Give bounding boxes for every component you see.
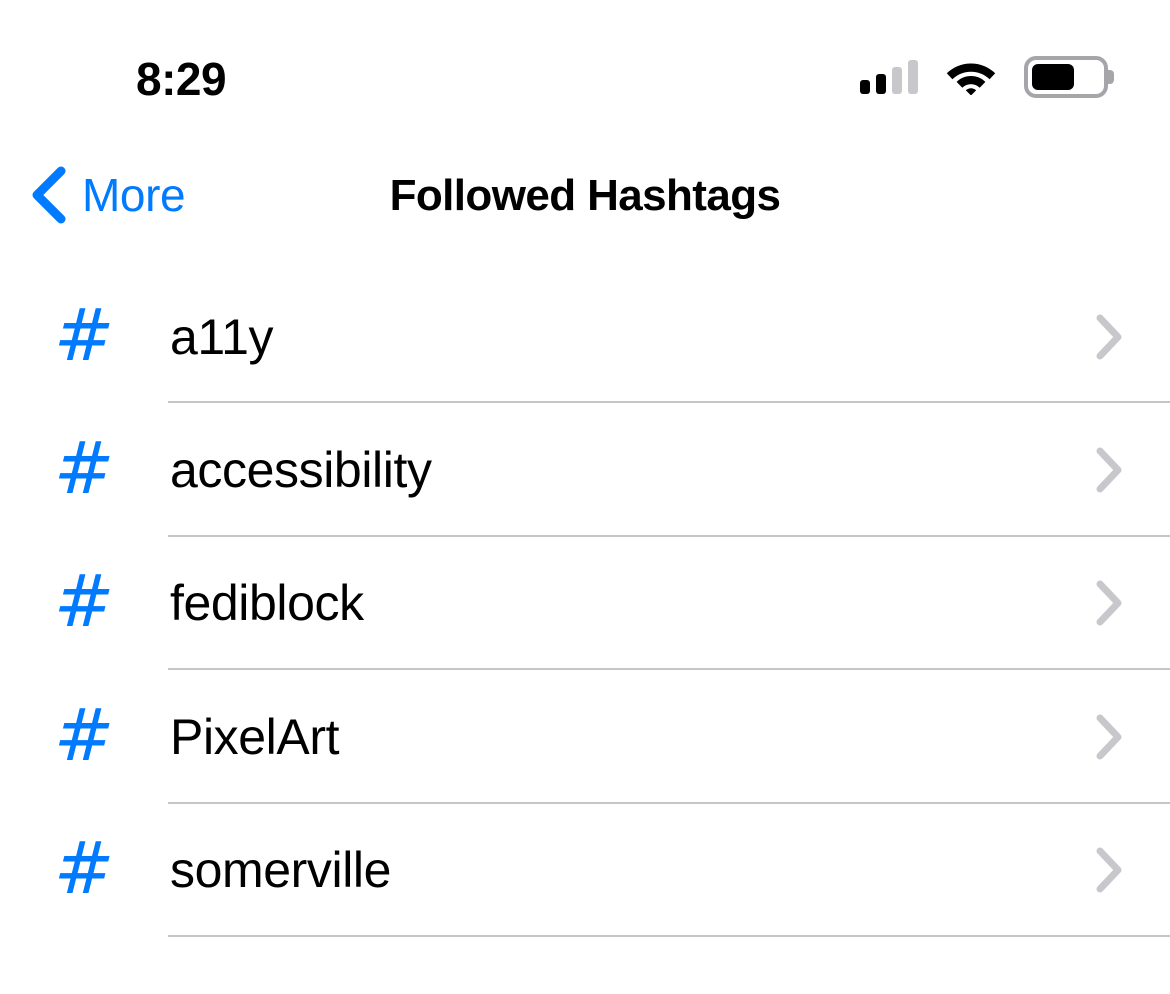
page-title: Followed Hashtags xyxy=(389,171,781,220)
status-bar-indicators xyxy=(860,52,1114,102)
cellular-signal-icon xyxy=(860,60,918,94)
list-item[interactable]: # PixelArt xyxy=(0,670,1170,804)
list-item[interactable]: # a11y xyxy=(0,270,1170,404)
wifi-icon xyxy=(946,63,996,95)
hashtag-icon: # xyxy=(53,692,115,777)
hashtag-icon: # xyxy=(53,826,115,911)
signal-bar-2 xyxy=(876,74,886,94)
list-item-separator xyxy=(168,934,1170,937)
signal-bar-4 xyxy=(908,60,918,94)
chevron-right-icon xyxy=(1096,314,1122,360)
list-item[interactable]: # accessibility xyxy=(0,403,1170,537)
status-bar: 8:29 xyxy=(0,0,1170,142)
list-item-label: fediblock xyxy=(170,575,364,632)
list-item-label: PixelArt xyxy=(170,708,340,765)
battery-icon xyxy=(1024,56,1114,98)
battery-nub xyxy=(1108,70,1114,84)
list-item[interactable]: # fediblock xyxy=(0,536,1170,671)
chevron-right-icon xyxy=(1096,580,1122,626)
hashtag-icon: # xyxy=(53,292,115,377)
hashtag-icon: # xyxy=(53,559,115,644)
signal-bar-3 xyxy=(892,67,902,94)
signal-bar-1 xyxy=(860,80,870,94)
chevron-right-icon xyxy=(1096,447,1122,493)
status-bar-time: 8:29 xyxy=(136,53,227,105)
list-item-label: a11y xyxy=(170,308,274,365)
followed-hashtags-list: # a11y # accessibility # fediblock # Pix… xyxy=(0,270,1170,937)
list-item-label: somerville xyxy=(170,842,392,899)
battery-fill xyxy=(1032,64,1075,90)
chevron-right-icon xyxy=(1096,847,1122,893)
navigation-bar: More Followed Hashtags xyxy=(0,142,1170,270)
list-item[interactable]: # somerville xyxy=(0,803,1170,937)
chevron-right-icon xyxy=(1096,714,1122,760)
list-item-label: accessibility xyxy=(170,442,432,499)
hashtag-icon: # xyxy=(53,426,115,511)
